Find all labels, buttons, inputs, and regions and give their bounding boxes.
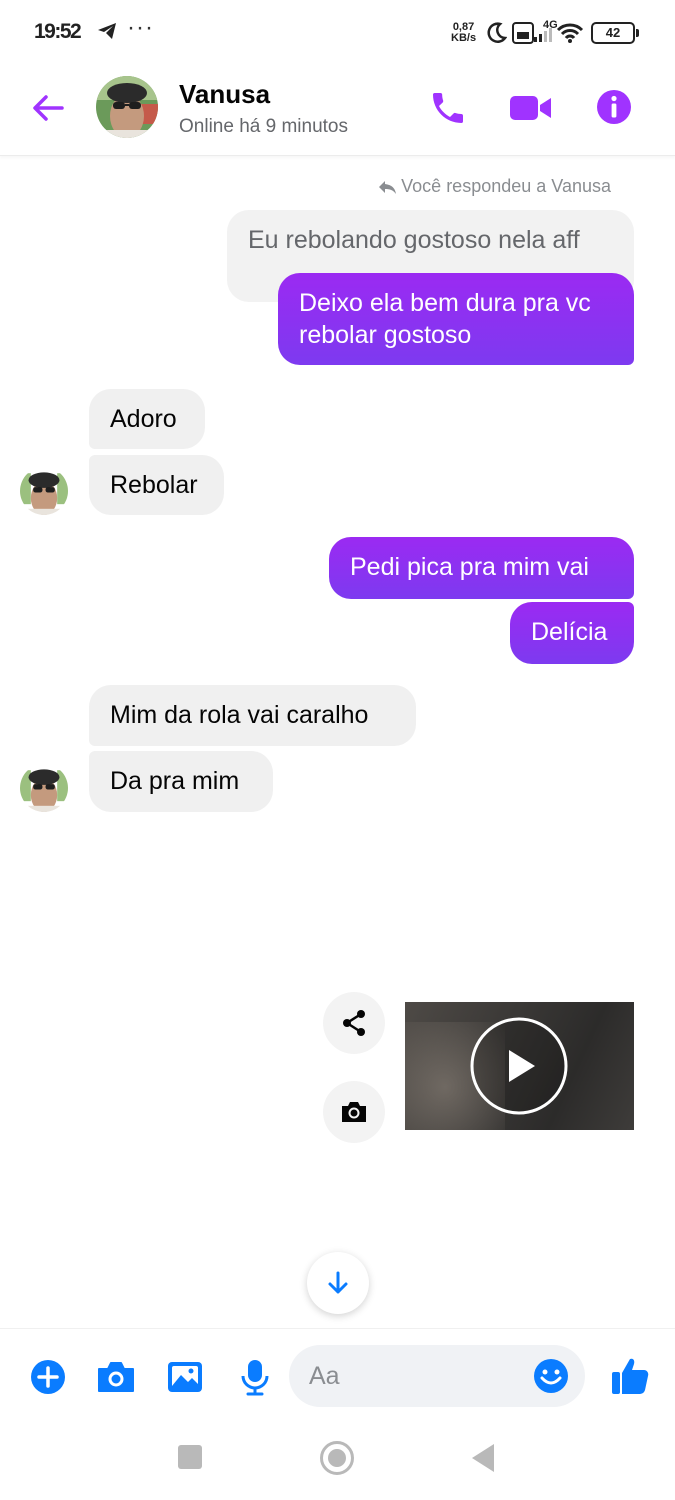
arrow-down-icon xyxy=(328,1271,348,1294)
volte-icon xyxy=(512,22,534,49)
video-camera-icon xyxy=(510,96,551,120)
network-speed-unit: KB/s xyxy=(451,32,477,44)
message-text: Deixo ela bem dura pra vc rebolar gostos… xyxy=(299,289,591,349)
message-text: Da pra mim xyxy=(110,767,240,795)
share-icon xyxy=(343,1010,365,1036)
reply-label: Você respondeu a Vanusa xyxy=(377,176,611,197)
emoji-button[interactable] xyxy=(532,1357,570,1395)
camera-reply-button[interactable] xyxy=(323,1081,385,1143)
back-button[interactable] xyxy=(28,88,68,128)
reply-icon xyxy=(379,181,397,194)
smiley-icon xyxy=(534,1359,568,1393)
message-outgoing[interactable]: Deixo ela bem dura pra vc rebolar gostos… xyxy=(278,273,634,365)
recent-apps-button[interactable] xyxy=(178,1445,202,1469)
wifi-icon xyxy=(556,22,584,49)
contact-status: Online há 9 minutos xyxy=(179,116,348,137)
image-icon xyxy=(168,1362,202,1392)
message-incoming[interactable]: Da pra mim xyxy=(89,751,273,812)
contact-avatar[interactable] xyxy=(96,76,158,138)
sender-avatar[interactable] xyxy=(20,764,68,812)
microphone-icon xyxy=(241,1360,269,1396)
home-button[interactable] xyxy=(320,1441,354,1475)
voice-call-button[interactable] xyxy=(428,88,468,128)
message-text: Pedi pica pra mim vai xyxy=(350,553,589,581)
network-speed: 0,87 KB/s xyxy=(451,22,476,44)
video-call-button[interactable] xyxy=(508,88,554,128)
camera-icon xyxy=(342,1102,366,1122)
triangle-back-icon xyxy=(472,1444,494,1472)
system-back-button[interactable] xyxy=(470,1442,496,1479)
reply-label-text: Você respondeu a Vanusa xyxy=(401,176,611,196)
play-icon[interactable] xyxy=(469,1016,569,1116)
message-incoming[interactable]: Mim da rola vai caralho xyxy=(89,685,416,746)
scroll-to-bottom-button[interactable] xyxy=(307,1252,369,1314)
status-time: 19:52 xyxy=(34,20,82,43)
share-button[interactable] xyxy=(323,992,385,1054)
message-outgoing[interactable]: Delícia xyxy=(510,602,634,664)
phone-icon xyxy=(433,93,463,123)
sender-avatar[interactable] xyxy=(20,467,68,515)
info-icon xyxy=(597,90,631,124)
quoted-message-text: Eu rebolando gostoso nela aff xyxy=(248,226,580,254)
message-text: Adoro xyxy=(110,405,177,433)
telegram-icon xyxy=(97,22,117,45)
message-text: Rebolar xyxy=(110,471,198,499)
video-message[interactable] xyxy=(405,1002,634,1130)
more-notifications-icon: ··· xyxy=(127,14,154,41)
message-text: Mim da rola vai caralho xyxy=(110,701,369,729)
battery-icon: 42 xyxy=(591,22,639,44)
camera-icon xyxy=(98,1362,134,1392)
message-outgoing[interactable]: Pedi pica pra mim vai xyxy=(329,537,634,599)
voice-message-button[interactable] xyxy=(235,1357,275,1397)
gallery-button[interactable] xyxy=(165,1357,205,1397)
camera-button[interactable] xyxy=(96,1357,136,1397)
like-button[interactable] xyxy=(608,1354,652,1398)
status-bar: 19:52 ··· 0,87 KB/s 4G 42 xyxy=(0,0,675,66)
message-composer xyxy=(0,1328,675,1424)
info-button[interactable] xyxy=(594,87,634,127)
signal-icon xyxy=(534,26,556,47)
more-actions-button[interactable] xyxy=(28,1357,68,1397)
message-incoming[interactable]: Adoro xyxy=(89,389,205,449)
system-navigation-bar xyxy=(0,1424,675,1500)
moon-icon xyxy=(485,22,508,49)
plus-circle-icon xyxy=(31,1360,65,1394)
contact-name[interactable]: Vanusa xyxy=(179,79,270,110)
message-incoming[interactable]: Rebolar xyxy=(89,455,224,515)
chat-header: Vanusa Online há 9 minutos xyxy=(0,66,675,156)
message-text: Delícia xyxy=(531,618,608,646)
thumbs-up-icon xyxy=(612,1358,649,1394)
arrow-left-icon xyxy=(33,95,64,121)
